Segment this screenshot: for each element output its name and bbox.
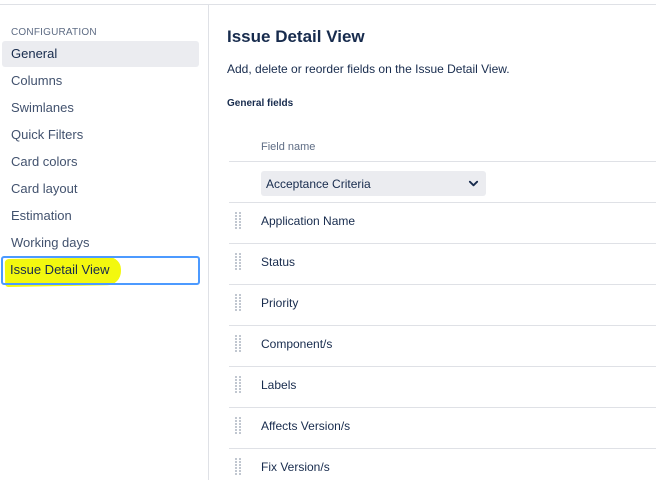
- page-description: Add, delete or reorder fields on the Iss…: [227, 62, 510, 76]
- add-field-row: Acceptance Criteria: [229, 162, 656, 203]
- drag-handle-icon[interactable]: [235, 458, 245, 476]
- sidebar-item-issue-detail-view[interactable]: Issue Detail View: [1, 256, 200, 285]
- section-title: General fields: [227, 98, 294, 109]
- field-label: Affects Version/s: [261, 419, 351, 433]
- field-label: Component/s: [261, 337, 333, 351]
- field-select-value: Acceptance Criteria: [266, 177, 371, 191]
- sidebar-item-card-layout[interactable]: Card layout: [2, 176, 199, 202]
- chevron-down-icon: [468, 180, 479, 187]
- sidebar-item-card-colors[interactable]: Card colors: [2, 149, 199, 175]
- drag-handle-icon[interactable]: [235, 212, 245, 230]
- field-label: Status: [261, 255, 296, 269]
- drag-handle-icon[interactable]: [235, 376, 245, 394]
- field-row: Component/s: [229, 326, 656, 367]
- sidebar-item-quick-filters[interactable]: Quick Filters: [2, 122, 199, 148]
- column-header-field-name: Field name: [261, 141, 316, 153]
- field-select[interactable]: Acceptance Criteria: [261, 171, 486, 196]
- field-row: Labels: [229, 367, 656, 408]
- field-label: Fix Version/s: [261, 460, 330, 474]
- field-label: Application Name: [261, 214, 356, 228]
- sidebar-item-estimation[interactable]: Estimation: [2, 203, 199, 229]
- sidebar-heading: CONFIGURATION: [11, 27, 97, 38]
- drag-handle-icon[interactable]: [235, 253, 245, 271]
- field-row: Fix Version/s: [229, 449, 656, 490]
- field-row: Status: [229, 244, 656, 285]
- field-label: Priority: [261, 296, 299, 310]
- field-row: Affects Version/s: [229, 408, 656, 449]
- table-header: Field name: [229, 131, 656, 162]
- sidebar-item-working-days[interactable]: Working days: [2, 230, 199, 256]
- drag-handle-icon[interactable]: [235, 335, 245, 353]
- field-row: Application Name: [229, 203, 656, 244]
- field-row: Priority: [229, 285, 656, 326]
- drag-handle-icon[interactable]: [235, 294, 245, 312]
- page-title: Issue Detail View: [227, 27, 365, 46]
- sidebar: CONFIGURATION General Columns Swimlanes …: [0, 5, 209, 480]
- sidebar-item-general[interactable]: General: [2, 41, 199, 67]
- sidebar-item-swimlanes[interactable]: Swimlanes: [2, 95, 199, 121]
- sidebar-item-columns[interactable]: Columns: [2, 68, 199, 94]
- main-content: Issue Detail View Add, delete or reorder…: [210, 5, 656, 480]
- field-label: Labels: [261, 378, 297, 392]
- drag-handle-icon[interactable]: [235, 417, 245, 435]
